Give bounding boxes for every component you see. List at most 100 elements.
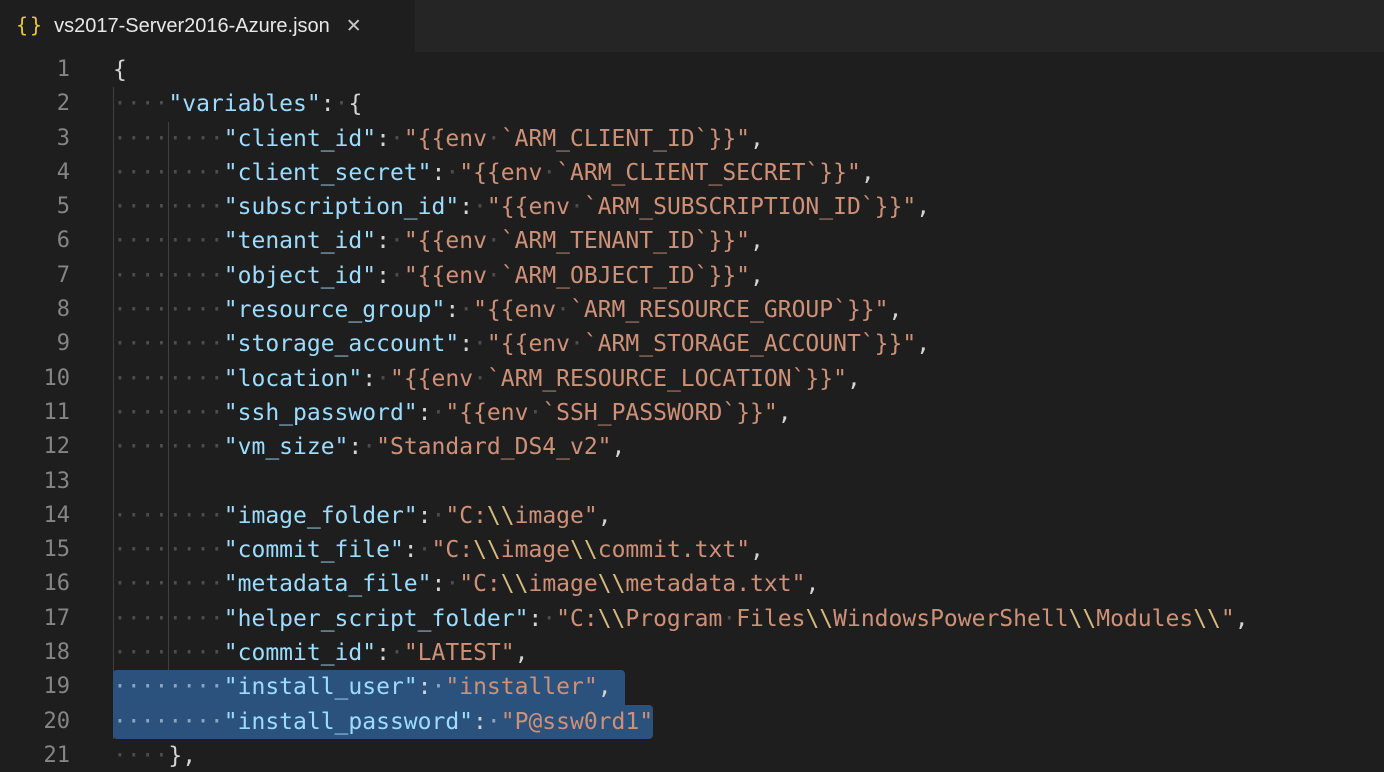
code-line-3[interactable]: 3········"client_id":·"{{env·`ARM_CLIENT… xyxy=(0,122,1384,156)
json-key: "object_id" xyxy=(224,263,376,289)
whitespace-dots: · xyxy=(570,194,584,220)
code-line-11[interactable]: 11········"ssh_password":·"{{env·`SSH_PA… xyxy=(0,396,1384,430)
json-string-value: `SSH_PASSWORD`}}" xyxy=(542,400,777,426)
code-line-10[interactable]: 10········"location":·"{{env·`ARM_RESOUR… xyxy=(0,362,1384,396)
code-line-content: ········"vm_size":·"Standard_DS4_v2", xyxy=(113,430,1384,464)
line-number[interactable]: 6 xyxy=(0,224,113,258)
line-number[interactable]: 15 xyxy=(0,533,113,567)
json-string-value: "{{env xyxy=(487,331,570,357)
code-line-content: ········"metadata_file":·"C:\\image\\met… xyxy=(113,567,1384,601)
line-number[interactable]: 11 xyxy=(0,396,113,430)
editor-tab-bar: {} vs2017-Server2016-Azure.json ✕ xyxy=(0,0,1384,52)
whitespace-dots: · xyxy=(487,263,501,289)
punctuation: : xyxy=(473,709,487,735)
json-key: "install_user" xyxy=(224,674,418,700)
code-line-7[interactable]: 7········"object_id":·"{{env·`ARM_OBJECT… xyxy=(0,259,1384,293)
whitespace-dots: · xyxy=(473,331,487,357)
whitespace-dots: · xyxy=(487,228,501,254)
json-string-value: `ARM_OBJECT_ID`}}" xyxy=(501,263,750,289)
code-line-12[interactable]: 12········"vm_size":·"Standard_DS4_v2", xyxy=(0,430,1384,464)
whitespace-dots: ········ xyxy=(113,366,224,392)
json-string-value: Program xyxy=(625,606,722,632)
code-text: ····}, xyxy=(113,743,196,769)
line-number[interactable]: 1 xyxy=(0,53,113,87)
whitespace-dots: · xyxy=(362,434,376,460)
whitespace-dots: · xyxy=(556,297,570,323)
json-key: "variables" xyxy=(168,91,320,117)
line-number[interactable]: 5 xyxy=(0,190,113,224)
whitespace-dots: · xyxy=(542,606,556,632)
json-string-value: "C: xyxy=(432,537,474,563)
code-line-5[interactable]: 5········"subscription_id":·"{{env·`ARM_… xyxy=(0,190,1384,224)
line-number[interactable]: 14 xyxy=(0,499,113,533)
whitespace-dots: · xyxy=(335,91,349,117)
code-text: ········"client_id":·"{{env·`ARM_CLIENT_… xyxy=(113,126,764,152)
code-line-content: { xyxy=(113,53,1384,87)
punctuation: : xyxy=(362,366,376,392)
punctuation: , xyxy=(861,160,875,186)
code-line-1[interactable]: 1{ xyxy=(0,53,1384,87)
line-number[interactable]: 17 xyxy=(0,602,113,636)
line-number[interactable]: 20 xyxy=(0,705,113,739)
line-number[interactable]: 7 xyxy=(0,259,113,293)
line-number[interactable]: 13 xyxy=(0,465,113,499)
json-string-value: "C: xyxy=(459,571,501,597)
code-line-content: ········"tenant_id":·"{{env·`ARM_TENANT_… xyxy=(113,224,1384,258)
punctuation: : xyxy=(459,194,473,220)
whitespace-dots: ········ xyxy=(113,297,224,323)
code-line-20[interactable]: 20········"install_password":·"P@ssw0rd1… xyxy=(0,705,1384,739)
tab-close-icon[interactable]: ✕ xyxy=(346,15,362,38)
code-area: 1{2····"variables":·{3········"client_id… xyxy=(0,53,1384,772)
tab-filename: vs2017-Server2016-Azure.json xyxy=(54,15,330,38)
code-line-19[interactable]: 19········"install_user":·"installer", xyxy=(0,670,1384,704)
line-number[interactable]: 21 xyxy=(0,739,113,772)
whitespace-dots: ········ xyxy=(113,434,224,460)
whitespace-dots: ········ xyxy=(113,571,224,597)
code-line-content: ········"client_id":·"{{env·`ARM_CLIENT_… xyxy=(113,122,1384,156)
code-line-8[interactable]: 8········"resource_group":·"{{env·`ARM_R… xyxy=(0,293,1384,327)
line-number[interactable]: 10 xyxy=(0,362,113,396)
line-number[interactable]: 19 xyxy=(0,670,113,704)
punctuation: : xyxy=(418,503,432,529)
vscode-window: {} vs2017-Server2016-Azure.json ✕ 1{2···… xyxy=(0,0,1384,772)
code-line-14[interactable]: 14········"image_folder":·"C:\\image", xyxy=(0,499,1384,533)
line-number[interactable]: 4 xyxy=(0,156,113,190)
escape-sequence: \\ xyxy=(598,606,626,632)
punctuation: , xyxy=(847,366,861,392)
line-number[interactable]: 2 xyxy=(0,87,113,121)
code-line-18[interactable]: 18········"commit_id":·"LATEST", xyxy=(0,636,1384,670)
code-line-9[interactable]: 9········"storage_account":·"{{env·`ARM_… xyxy=(0,327,1384,361)
code-line-6[interactable]: 6········"tenant_id":·"{{env·`ARM_TENANT… xyxy=(0,224,1384,258)
code-line-13[interactable]: 13 xyxy=(0,465,1384,499)
line-number[interactable]: 12 xyxy=(0,430,113,464)
json-string-value: image xyxy=(501,537,570,563)
whitespace-dots: ········ xyxy=(113,160,224,186)
code-line-4[interactable]: 4········"client_secret":·"{{env·`ARM_CL… xyxy=(0,156,1384,190)
whitespace-dots: · xyxy=(473,194,487,220)
json-string-value: "installer" xyxy=(445,674,597,700)
code-line-17[interactable]: 17········"helper_script_folder":·"C:\\P… xyxy=(0,602,1384,636)
escape-sequence: \\ xyxy=(473,537,501,563)
code-line-16[interactable]: 16········"metadata_file":·"C:\\image\\m… xyxy=(0,567,1384,601)
json-string-value: "P@ssw0rd1" xyxy=(501,709,653,735)
code-line-content: ········"image_folder":·"C:\\image", xyxy=(113,499,1384,533)
code-line-15[interactable]: 15········"commit_file":·"C:\\image\\com… xyxy=(0,533,1384,567)
line-number[interactable]: 18 xyxy=(0,636,113,670)
code-line-21[interactable]: 21····}, xyxy=(0,739,1384,772)
code-line-content: ········"install_password":·"P@ssw0rd1" xyxy=(113,705,1384,739)
punctuation: , xyxy=(598,674,612,700)
json-key: "subscription_id" xyxy=(224,194,459,220)
code-text: { xyxy=(113,57,127,83)
code-line-2[interactable]: 2····"variables":·{ xyxy=(0,87,1384,121)
line-number[interactable]: 16 xyxy=(0,567,113,601)
code-line-content: ········"subscription_id":·"{{env·`ARM_S… xyxy=(113,190,1384,224)
json-key: "tenant_id" xyxy=(224,228,376,254)
whitespace-dots: ········ xyxy=(113,228,224,254)
code-editor[interactable]: 1{2····"variables":·{3········"client_id… xyxy=(0,52,1384,772)
line-number[interactable]: 3 xyxy=(0,122,113,156)
line-number[interactable]: 9 xyxy=(0,327,113,361)
line-number[interactable]: 8 xyxy=(0,293,113,327)
tab-vs2017-server2016-azure-json[interactable]: {} vs2017-Server2016-Azure.json ✕ xyxy=(0,0,415,52)
punctuation: { xyxy=(113,57,127,83)
punctuation: : xyxy=(418,674,432,700)
